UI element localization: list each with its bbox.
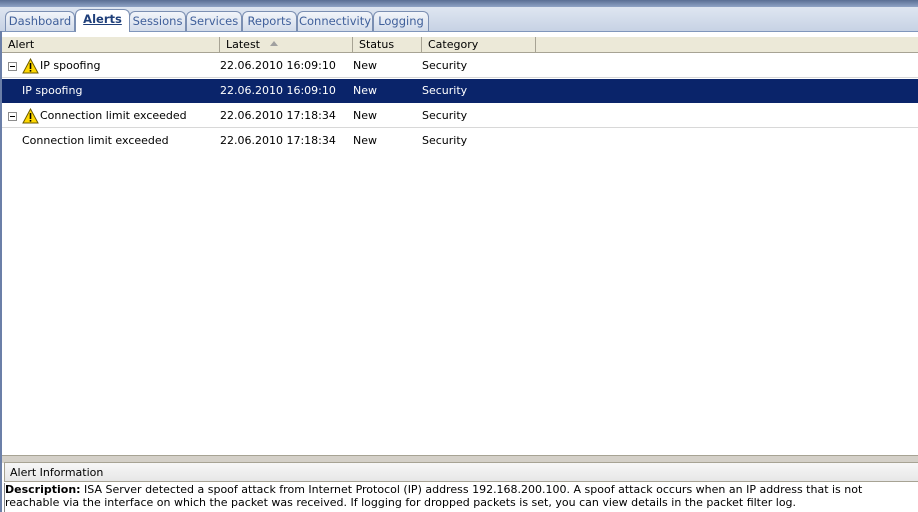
tab-connectivity[interactable]: Connectivity — [297, 11, 373, 31]
alert-latest: 22.06.2010 17:18:34 — [220, 109, 336, 122]
alert-latest: 22.06.2010 16:09:10 — [220, 84, 336, 97]
tab-dashboard[interactable]: Dashboard — [5, 11, 75, 31]
table-row[interactable]: Connection limit exceeded 22.06.2010 17:… — [2, 104, 918, 128]
alert-status: New — [353, 109, 377, 122]
alert-name: Connection limit exceeded — [40, 109, 187, 122]
tab-alerts[interactable]: Alerts — [75, 9, 130, 32]
alert-status: New — [353, 134, 377, 147]
description-text: ISA Server detected a spoof attack from … — [5, 483, 863, 509]
table-row[interactable]: IP spoofing 22.06.2010 16:09:10 New Secu… — [2, 54, 918, 78]
alert-latest: 22.06.2010 17:18:34 — [220, 134, 336, 147]
table-row[interactable]: Connection limit exceeded 22.06.2010 17:… — [2, 129, 918, 153]
alert-status: New — [353, 59, 377, 72]
alert-latest: 22.06.2010 16:09:10 — [220, 59, 336, 72]
column-header-status-label: Status — [359, 38, 395, 51]
collapse-icon[interactable] — [8, 62, 17, 71]
column-header-alert-label: Alert — [8, 38, 35, 51]
alert-name: Connection limit exceeded — [22, 134, 169, 147]
warning-icon — [22, 58, 39, 74]
column-header-latest[interactable]: Latest — [220, 37, 353, 52]
warning-icon — [22, 108, 39, 124]
tab-services[interactable]: Services — [186, 11, 242, 31]
column-header-category-label: Category — [428, 38, 479, 51]
table-row-selected[interactable]: IP spoofing 22.06.2010 16:09:10 New Secu… — [2, 79, 918, 103]
alert-category: Security — [422, 134, 468, 147]
alert-category: Security — [422, 59, 468, 72]
alerts-table-header: Alert Latest Status Category — [2, 36, 918, 53]
alert-category: Security — [422, 109, 468, 122]
column-header-alert[interactable]: Alert — [2, 37, 220, 52]
alert-information-header: Alert Information — [4, 462, 918, 482]
tab-strip: Dashboard Alerts Sessions Services Repor… — [0, 7, 918, 32]
tab-reports[interactable]: Reports — [242, 11, 297, 31]
tab-logging[interactable]: Logging — [373, 11, 429, 31]
column-header-latest-label: Latest — [226, 38, 260, 51]
window-top-strip — [0, 0, 918, 7]
collapse-icon[interactable] — [8, 112, 17, 121]
alert-category: Security — [422, 84, 468, 97]
alert-information-title: Alert Information — [10, 466, 104, 479]
alert-name: IP spoofing — [22, 84, 83, 97]
alert-name: IP spoofing — [40, 59, 101, 72]
alert-description: Description: ISA Server detected a spoof… — [4, 483, 918, 512]
sort-ascending-icon — [270, 41, 278, 46]
alert-status: New — [353, 84, 377, 97]
tab-sessions[interactable]: Sessions — [129, 11, 186, 31]
description-label: Description: — [5, 483, 81, 496]
column-header-category[interactable]: Category — [422, 37, 536, 52]
column-header-status[interactable]: Status — [353, 37, 422, 52]
